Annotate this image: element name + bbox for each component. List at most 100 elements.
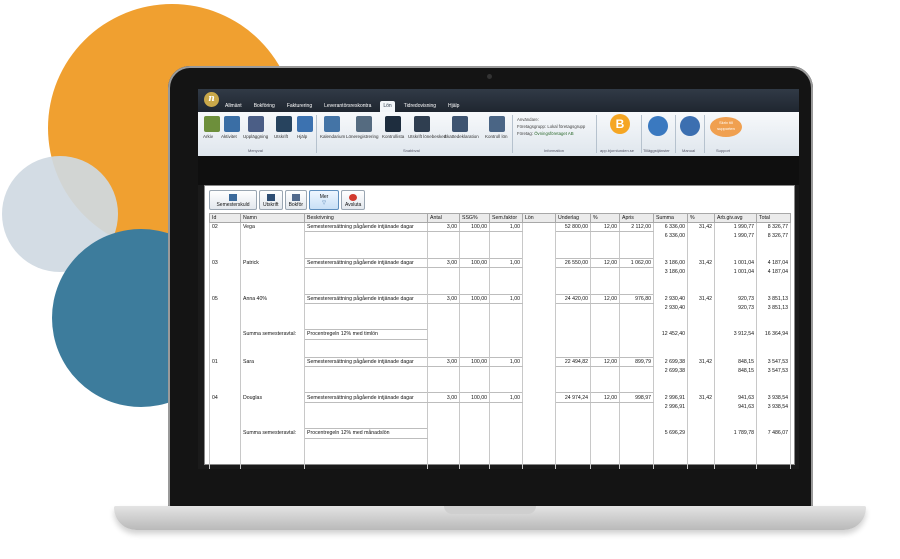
column-header[interactable]: Summa (653, 213, 688, 223)
table-cell: 998,97 (619, 392, 654, 403)
setup-icon[interactable] (248, 116, 264, 132)
bjornlunden-app-icon[interactable]: B (610, 114, 630, 134)
table-row[interactable] (209, 312, 791, 321)
table-row[interactable]: Summa semesteravtal: Procentregeln 12% me… (209, 329, 791, 340)
calendar-icon[interactable] (324, 116, 340, 132)
column-header[interactable]: Arb.giv.avg (714, 213, 757, 223)
column-header[interactable]: Sem.faktor (489, 213, 523, 223)
print-icon[interactable] (276, 116, 292, 132)
help-icon[interactable] (297, 116, 313, 132)
ribbon-arkiv[interactable]: Arkiv (203, 134, 213, 139)
table-cell (240, 366, 305, 376)
table-row[interactable] (209, 320, 791, 330)
table-cell (489, 455, 523, 464)
table-row[interactable]: 04 Douglas Semesterersättning pågående int… (209, 392, 791, 403)
column-header[interactable]: Underlag (555, 213, 591, 223)
table-row[interactable]: 2 699,38 848,15 3 547,53 (209, 366, 791, 376)
table-row[interactable]: 6 336,00 1 990,77 8 326,77 (209, 231, 791, 241)
table-cell (522, 438, 556, 447)
table-row[interactable] (209, 383, 791, 393)
group-menyval: Menyval (248, 148, 263, 153)
tab-bokforing[interactable]: Bokföring (251, 101, 278, 112)
activity-icon[interactable] (224, 116, 240, 132)
table-cell: 12,00 (590, 392, 620, 403)
table-row[interactable] (209, 446, 791, 456)
table-row[interactable] (209, 463, 791, 469)
table-cell (459, 383, 490, 393)
group-information: Information (544, 148, 565, 153)
table-row[interactable] (209, 276, 791, 286)
table-row[interactable]: 01 Sara Semesterersättning pågående intjän… (209, 356, 791, 368)
table-row[interactable] (209, 438, 791, 447)
salary-check-icon[interactable] (489, 116, 505, 132)
ribbon-hjalp[interactable]: Hjälp (297, 134, 307, 139)
tax-icon[interactable] (452, 116, 468, 132)
table-row[interactable]: 05 Anna 40% Semesterersättning pågående in… (209, 293, 791, 304)
ribbon-kalendarium[interactable]: Kalendarium (320, 134, 345, 139)
table-row[interactable]: Summa semesteravtal: Procentregeln 12% me… (209, 428, 791, 439)
bokfor-button[interactable]: Bokför (284, 190, 308, 210)
table-row[interactable] (209, 285, 791, 294)
table-cell (687, 366, 715, 376)
tab-fakturering[interactable]: Fakturering (284, 101, 315, 112)
table-row[interactable] (209, 375, 791, 384)
ribbon-aktivitet[interactable]: Aktivitet (221, 134, 237, 139)
table-row[interactable] (209, 348, 791, 358)
payslip-print-icon[interactable] (414, 116, 430, 132)
table-row[interactable] (209, 411, 791, 420)
column-header[interactable]: Beskrivning (304, 213, 428, 223)
table-cell (687, 348, 715, 358)
table-row[interactable]: 02 Vega Semesterersättning pågående intjän… (209, 221, 791, 233)
ribbon-kontroll-lon[interactable]: Kontroll lön (485, 134, 508, 139)
table-row[interactable]: 2 930,40 920,73 3 851,13 (209, 303, 791, 313)
support-button[interactable]: Skriv till supporten (710, 117, 742, 137)
table-row[interactable] (209, 455, 791, 464)
table-cell (427, 411, 460, 420)
tab-tidredovisning[interactable]: Tidredovisning (401, 101, 439, 112)
avsluta-button[interactable]: Avsluta (341, 190, 366, 210)
column-header[interactable]: Lön (522, 213, 556, 223)
table-row[interactable] (209, 249, 791, 259)
column-header[interactable]: Antal (427, 213, 460, 223)
checklist-icon[interactable] (385, 116, 401, 132)
table-cell (522, 383, 556, 393)
info-company-value[interactable]: Övningsföretaget AB (534, 131, 573, 136)
column-header[interactable]: SSG% (459, 213, 490, 223)
tab-hjalp[interactable]: Hjälp (445, 101, 462, 112)
table-row[interactable] (209, 419, 791, 429)
table-row[interactable]: 3 186,00 1 001,04 4 187,04 (209, 267, 791, 277)
ribbon-kontrollista[interactable]: Kontrollista (382, 134, 404, 139)
mer-button[interactable]: Mer ▽ (309, 190, 340, 210)
column-header[interactable]: Apris (619, 213, 654, 223)
tab-allmant[interactable]: Allmänt (222, 101, 245, 112)
ribbon-upplaggning[interactable]: Uppläggning (243, 134, 268, 139)
column-header[interactable]: Total (756, 213, 791, 223)
semesterskuld-button[interactable]: Semesterskuld (209, 190, 257, 210)
column-header[interactable]: Id (209, 213, 241, 223)
archive-icon[interactable] (204, 116, 220, 132)
ribbon-skattedeklaration[interactable]: Skattedeklaration (444, 134, 479, 139)
payroll-icon[interactable] (356, 116, 372, 132)
addons-icon[interactable] (648, 116, 668, 136)
table-cell (555, 267, 591, 277)
table-row[interactable] (209, 240, 791, 250)
utskrift-button[interactable]: Utskrift (259, 190, 283, 210)
table-row[interactable]: 2 996,91 941,63 3 938,54 (209, 402, 791, 412)
table-row[interactable] (209, 339, 791, 349)
ribbon-utskrift-lonebesked[interactable]: Utskrift lönebesked (408, 134, 446, 139)
ribbon-utskrift[interactable]: Utskrift (274, 134, 288, 139)
tab-leverantorsreskontra[interactable]: Leverantörsreskontra (321, 101, 374, 112)
manual-icon[interactable] (680, 116, 700, 136)
column-header[interactable]: % (687, 213, 715, 223)
column-header[interactable]: % (590, 213, 620, 223)
table-row[interactable]: 03 Patrick Semesterersättning pågående int… (209, 257, 791, 269)
table-cell (304, 375, 428, 384)
table-cell: 899,79 (619, 356, 654, 368)
column-header[interactable]: Namn (240, 213, 305, 223)
ribbon-loneregistrering[interactable]: Löneregistrering (346, 134, 379, 139)
table-cell (687, 276, 715, 286)
group-app: app.bjornlunden.se (600, 148, 635, 153)
tab-lon[interactable]: Lön (380, 101, 395, 112)
table-cell: Semesterersättning pågående intjänade da… (304, 257, 428, 269)
table-cell: 3,00 (427, 221, 460, 233)
